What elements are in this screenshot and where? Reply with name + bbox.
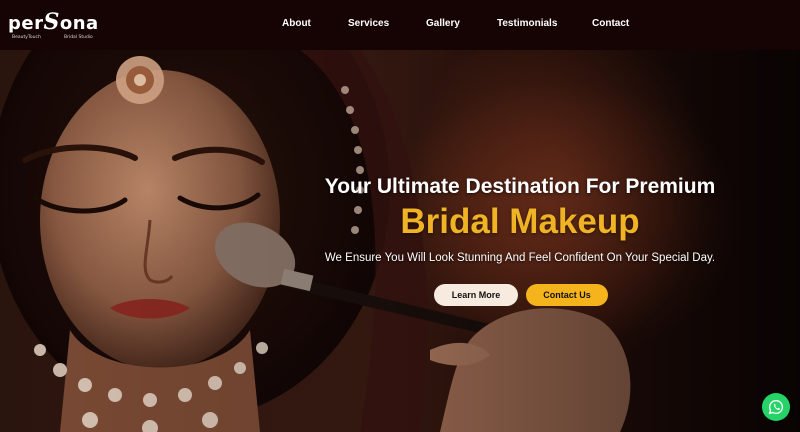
brand-logo-sub-left: BeautyTouch [12,35,41,40]
hero-headline: Your Ultimate Destination For Premium [324,175,716,198]
hero-section: Your Ultimate Destination For Premium Br… [0,50,800,432]
main-nav: About Services Gallery Testimonials Cont… [0,18,800,34]
whatsapp-icon [768,399,784,415]
nav-item-testimonials[interactable]: Testimonials [497,18,557,29]
whatsapp-button[interactable] [762,393,790,421]
hero-headline-accent: Bridal Makeup [400,202,640,241]
nav-item-contact[interactable]: Contact [592,18,629,29]
nav-item-about[interactable]: About [282,18,311,29]
site-header: perSona BeautyTouch Bridal Studio About … [0,0,800,50]
hero-text-block: Your Ultimate Destination For Premium Br… [300,174,740,264]
hero-tagline: We Ensure You Will Look Stunning And Fee… [324,252,716,264]
brand-logo-sub-right: Bridal Studio [64,35,93,40]
contact-us-button[interactable]: Contact Us [526,284,608,306]
nav-item-services[interactable]: Services [348,18,389,29]
learn-more-button[interactable]: Learn More [434,284,518,306]
nav-item-gallery[interactable]: Gallery [426,18,460,29]
